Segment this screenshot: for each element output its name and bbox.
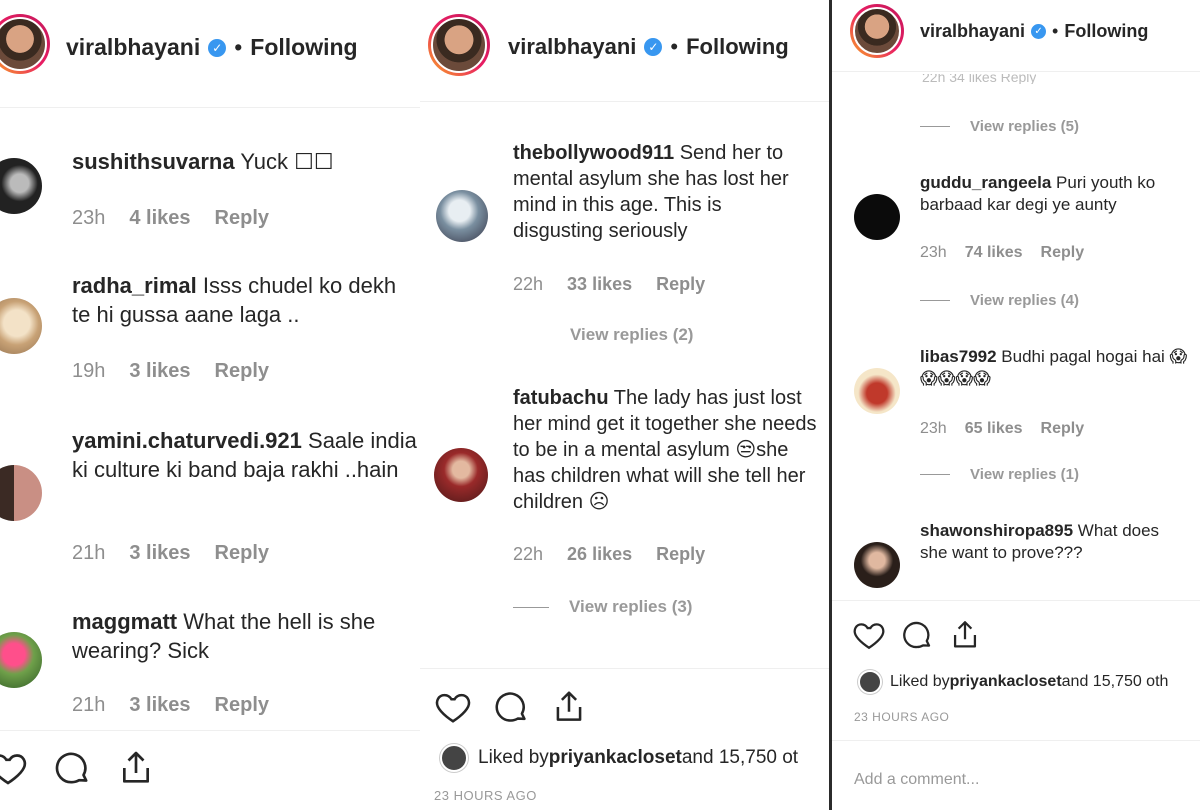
comment-username[interactable]: sushithsuvarna (72, 149, 235, 174)
verified-icon: ✓ (644, 38, 663, 56)
comment-time: 23h (920, 420, 947, 437)
post-time-ago: 23 HOURS AGO (434, 788, 537, 803)
comment-username[interactable]: guddu_rangeela (920, 173, 1051, 192)
post-actions (852, 618, 982, 652)
post-actions (434, 688, 588, 726)
comment-icon[interactable] (492, 688, 530, 726)
add-comment-input[interactable]: Add a comment... (832, 740, 1200, 810)
screenshot-panel-3: viralbhayani ✓ • Following 22h 34 likes … (832, 0, 1200, 810)
heart-icon[interactable] (434, 688, 472, 726)
reply-button[interactable]: Reply (215, 360, 269, 383)
commenter-avatar[interactable] (0, 465, 42, 521)
share-icon[interactable] (948, 618, 982, 652)
reply-button[interactable]: Reply (656, 544, 705, 565)
profile-avatar[interactable] (0, 14, 50, 74)
separator-dot: • (234, 34, 243, 60)
post-header: viralbhayani ✓ • Following (420, 0, 830, 102)
comment-username[interactable]: yamini.chaturvedi.921 (72, 428, 302, 453)
view-replies-button[interactable]: View replies (5) (920, 118, 1079, 135)
comment-likes[interactable]: 33 likes (567, 274, 632, 295)
reply-button[interactable]: Reply (1041, 244, 1085, 262)
account-handle[interactable]: viralbhayani (920, 21, 1025, 42)
screenshot-panel-1: viralbhayani ✓ • Following sushithsuvarn… (0, 0, 420, 810)
liked-by-line: Liked by priyankacloset and 15,750 oth (858, 670, 1168, 694)
comment-time: 22h (513, 544, 544, 564)
liked-by-line: Liked by priyankacloset and 15,750 ot (440, 744, 798, 772)
view-replies-button[interactable]: View replies (3) (513, 597, 692, 617)
following-button[interactable]: Following (1064, 21, 1148, 42)
heart-icon[interactable] (852, 618, 886, 652)
comment-icon[interactable] (900, 618, 934, 652)
post-actions (0, 748, 156, 788)
view-replies-button[interactable]: View replies (2) (570, 325, 693, 345)
following-button[interactable]: Following (686, 34, 789, 60)
commenter-avatar[interactable] (434, 448, 488, 502)
commenter-avatar[interactable] (854, 368, 900, 414)
liked-by-user[interactable]: priyankacloset (950, 673, 1062, 691)
liked-by-count[interactable]: and 15,750 ot (682, 747, 798, 769)
liker-avatar[interactable] (858, 670, 882, 694)
post-time-ago: 23 HOURS AGO (854, 710, 950, 724)
heart-icon[interactable] (0, 748, 28, 788)
comment-likes[interactable]: 65 likes (965, 420, 1023, 438)
post-header: viralbhayani ✓ • Following (0, 0, 420, 108)
comment-username[interactable]: shawonshiropa895 (920, 521, 1073, 540)
share-icon[interactable] (550, 688, 588, 726)
commenter-avatar[interactable] (0, 632, 42, 688)
partial-comment-meta: 22h 34 likes Reply (922, 74, 1037, 84)
liked-by-prefix: Liked by (478, 747, 549, 768)
reply-button[interactable]: Reply (215, 694, 269, 717)
liked-by-prefix: Liked by (890, 673, 950, 690)
reply-button[interactable]: Reply (215, 207, 269, 230)
post-header: viralbhayani ✓ • Following (832, 0, 1200, 72)
reply-button[interactable]: Reply (656, 274, 705, 295)
comment-username[interactable]: maggmatt (72, 609, 177, 634)
verified-icon: ✓ (1031, 24, 1047, 39)
view-replies-button[interactable]: View replies (1) (920, 466, 1079, 483)
comment-username[interactable]: fatubachu (513, 387, 609, 409)
share-icon[interactable] (116, 748, 156, 788)
commenter-avatar[interactable] (436, 190, 488, 242)
verified-icon: ✓ (208, 38, 227, 57)
separator-dot: • (670, 34, 679, 59)
comment-likes[interactable]: 74 likes (965, 244, 1023, 262)
liker-avatar[interactable] (440, 744, 468, 772)
comment-icon[interactable] (52, 748, 92, 788)
reply-button[interactable]: Reply (1041, 420, 1085, 438)
screenshot-panel-2: viralbhayani ✓ • Following thebollywood9… (420, 0, 830, 810)
add-comment-placeholder: Add a comment... (854, 771, 980, 788)
liked-by-count[interactable]: and 15,750 oth (1062, 673, 1169, 691)
comment-time: 21h (72, 542, 106, 564)
profile-avatar[interactable] (428, 14, 490, 76)
comment-likes[interactable]: 3 likes (129, 542, 190, 565)
comment-username[interactable]: thebollywood911 (513, 142, 674, 164)
following-button[interactable]: Following (250, 34, 357, 61)
account-handle[interactable]: viralbhayani (508, 34, 636, 60)
separator-dot: • (1052, 21, 1059, 41)
comment-time: 22h (513, 274, 544, 294)
comment-username[interactable]: radha_rimal (72, 273, 197, 298)
comment-text: Yuck ☐☐ (240, 149, 334, 174)
comment-time: 21h (72, 694, 106, 716)
comment-time: 23h (920, 244, 947, 261)
commenter-avatar[interactable] (0, 158, 42, 214)
comment-username[interactable]: libas7992 (920, 347, 997, 366)
comment-time: 19h (72, 360, 106, 382)
comment-likes[interactable]: 4 likes (129, 207, 190, 230)
view-replies-button[interactable]: View replies (4) (920, 292, 1079, 309)
reply-button[interactable]: Reply (215, 542, 269, 565)
commenter-avatar[interactable] (854, 542, 900, 588)
comment-likes[interactable]: 3 likes (129, 360, 190, 383)
commenter-avatar[interactable] (854, 194, 900, 240)
profile-avatar[interactable] (850, 4, 904, 58)
account-handle[interactable]: viralbhayani (66, 34, 200, 61)
comment-likes[interactable]: 26 likes (567, 544, 632, 565)
comment-likes[interactable]: 3 likes (129, 694, 190, 717)
comment-time: 23h (72, 207, 106, 229)
commenter-avatar[interactable] (0, 298, 42, 354)
liked-by-user[interactable]: priyankacloset (549, 747, 682, 769)
